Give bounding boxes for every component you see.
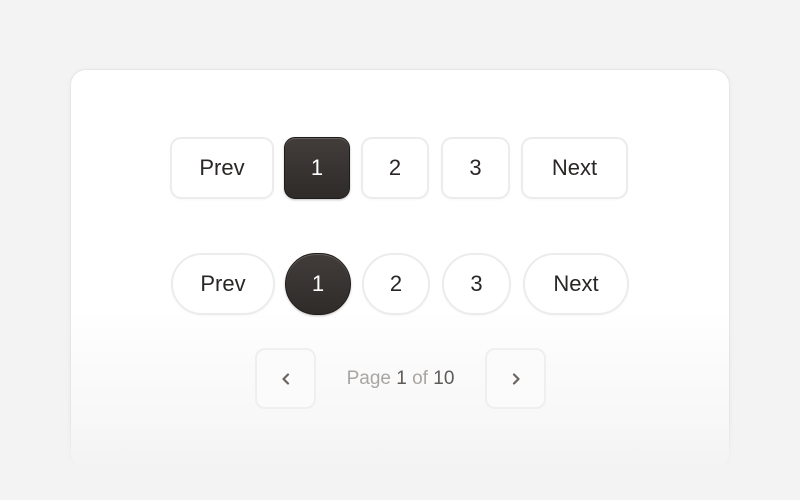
page-button-1[interactable]: 1 (285, 253, 351, 315)
page-button-2[interactable]: 2 (362, 253, 430, 315)
chevron-left-icon (281, 372, 289, 385)
prev-button[interactable]: Prev (170, 137, 274, 199)
prev-page-button[interactable] (255, 348, 316, 409)
chevron-right-icon (512, 372, 520, 385)
pagination-pill: Prev 1 2 3 Next (0, 253, 800, 315)
page-indicator: Page 1 of 10 (316, 348, 485, 409)
current-page: 1 (396, 367, 407, 389)
next-button[interactable]: Next (521, 137, 628, 199)
pagination-square: Prev 1 2 3 Next (0, 137, 800, 199)
page-button-3[interactable]: 3 (441, 137, 510, 199)
prev-button[interactable]: Prev (171, 253, 275, 315)
page-button-1[interactable]: 1 (284, 137, 350, 199)
next-page-button[interactable] (485, 348, 546, 409)
next-button[interactable]: Next (523, 253, 629, 315)
total-pages: 10 (433, 367, 455, 389)
page-word: Page (346, 367, 391, 389)
page-button-2[interactable]: 2 (361, 137, 429, 199)
pagination-compact: Page 1 of 10 (0, 348, 800, 410)
of-word: of (412, 367, 428, 389)
page-button-3[interactable]: 3 (442, 253, 511, 315)
